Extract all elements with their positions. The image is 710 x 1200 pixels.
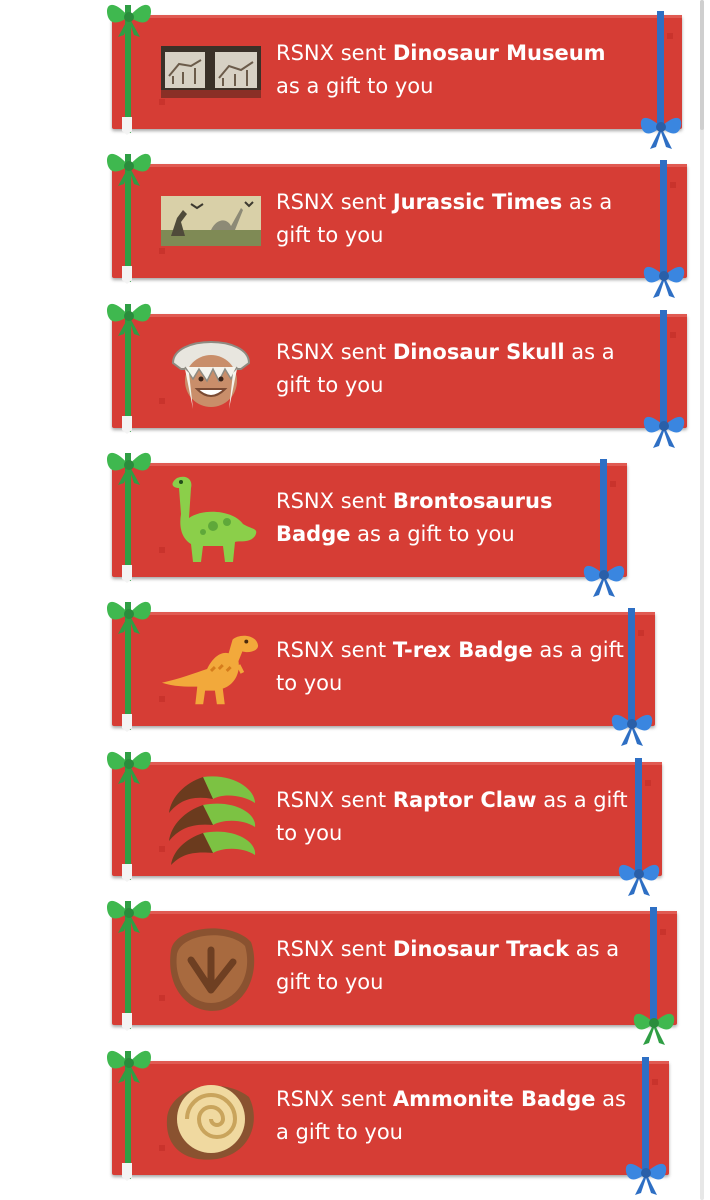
blue-bow-icon (611, 714, 653, 746)
gift-message: RSNX sent Dinosaur Track as a gift to yo… (276, 937, 620, 994)
scrollbar-track[interactable] (700, 0, 704, 1200)
dinosaur-museum-image (160, 29, 262, 115)
trex-badge-icon (160, 626, 262, 712)
raptor-claw-icon (160, 776, 262, 865)
ammonite-badge-icon (160, 1075, 262, 1161)
gift-tag-icon (122, 565, 132, 583)
blue-bow-icon (640, 117, 682, 149)
green-bow-icon (633, 1013, 675, 1045)
gift-tag-icon (122, 117, 132, 135)
gift-message: RSNX sent Dinosaur Skull as a gift to yo… (276, 340, 615, 397)
gift-tag-icon (122, 714, 132, 732)
gift-tag-icon (122, 416, 132, 434)
green-bow-icon (106, 153, 152, 186)
gift-message: RSNX sent T-rex Badge as a gift to you (276, 638, 624, 695)
blue-bow-icon (583, 565, 625, 597)
green-bow-icon (106, 4, 152, 37)
jurassic-times-image (160, 178, 262, 264)
scrollbar-thumb[interactable] (700, 0, 704, 130)
gift-notification[interactable]: RSNX sent T-rex Badge as a gift to you (106, 601, 655, 746)
gift-message: RSNX sent Jurassic Times as a gift to yo… (276, 190, 613, 247)
blue-bow-icon (625, 1163, 667, 1195)
gift-tag-icon (122, 266, 132, 284)
gift-notification[interactable]: RSNX sent Dinosaur Track as a gift to yo… (106, 900, 677, 1045)
green-bow-icon (106, 751, 152, 784)
gift-message: RSNX sent Dinosaur Museum as a gift to y… (276, 41, 606, 98)
dinosaur-skull-avatar (160, 328, 262, 414)
green-bow-icon (106, 1050, 152, 1083)
gift-notification[interactable]: RSNX sent Jurassic Times as a gift to yo… (106, 153, 687, 298)
gift-notification[interactable]: RSNX sent Raptor Claw as a gift to you (106, 751, 662, 896)
blue-bow-icon (643, 266, 685, 298)
green-bow-icon (106, 452, 152, 485)
dinosaur-track-icon (160, 925, 262, 1011)
gift-message: RSNX sent Raptor Claw as a gift to you (276, 788, 628, 845)
gift-notification[interactable]: RSNX sent Ammonite Badge as a gift to yo… (106, 1050, 669, 1195)
gift-notification[interactable]: RSNX sent Dinosaur Museum as a gift to y… (106, 4, 682, 149)
green-bow-icon (106, 303, 152, 336)
gift-tag-icon (122, 1163, 132, 1181)
green-bow-icon (106, 601, 152, 634)
blue-bow-icon (618, 864, 660, 896)
gift-tag-icon (122, 864, 132, 882)
blue-bow-icon (643, 416, 685, 448)
gift-tag-icon (122, 1013, 132, 1031)
gift-message: RSNX sent Brontosaurus Badge as a gift t… (276, 489, 553, 546)
green-bow-icon (106, 900, 152, 933)
gift-message: RSNX sent Ammonite Badge as a gift to yo… (276, 1087, 626, 1144)
brontosaurus-badge-icon (160, 476, 262, 563)
gift-notification[interactable]: RSNX sent Dinosaur Skull as a gift to yo… (106, 303, 687, 448)
gift-notification[interactable]: RSNX sent Brontosaurus Badge as a gift t… (106, 452, 627, 597)
